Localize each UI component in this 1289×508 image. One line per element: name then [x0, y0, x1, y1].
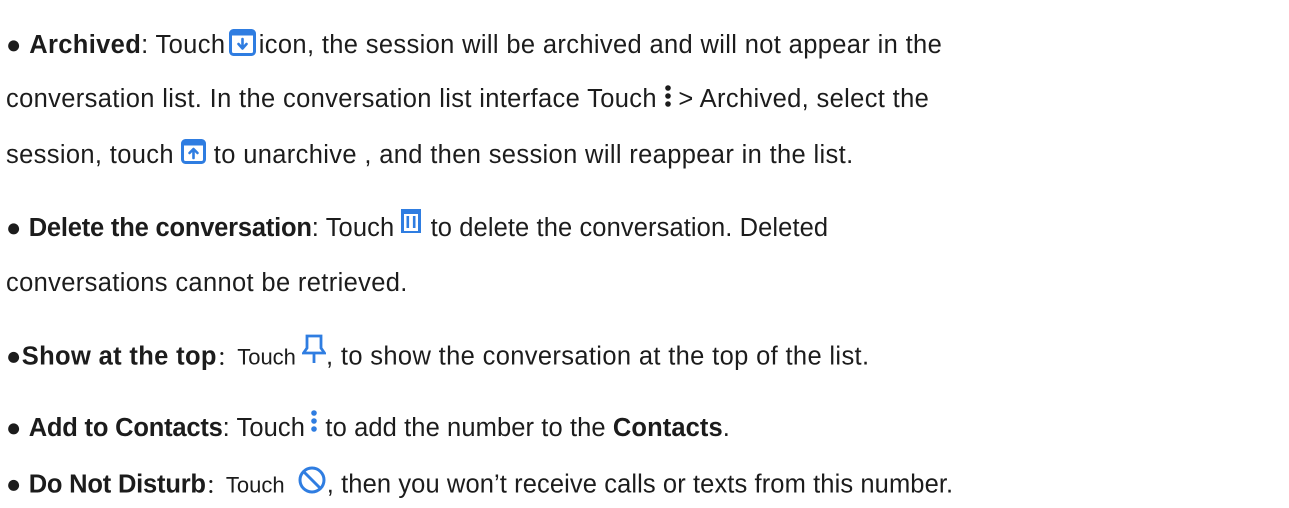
- delete-text-1: : Touch: [311, 214, 402, 242]
- delete-line-1: ● Delete the conversation: Touch to dele…: [6, 209, 829, 242]
- archived-text-2: icon, the session will be archived and w…: [258, 31, 943, 60]
- delete-line-2: conversations cannot be retrieved.: [6, 269, 408, 297]
- archived-line-2: conversation list. In the conversation l…: [6, 84, 930, 113]
- bullet: ●: [6, 214, 22, 242]
- unarchive-icon: [181, 138, 207, 164]
- contacts-title: Add to Contacts: [28, 414, 223, 442]
- archive-icon: [228, 29, 256, 56]
- delete-text-3: conversations cannot be retrieved.: [6, 269, 408, 297]
- archived-title: Archived: [29, 31, 142, 60]
- delete-title: Delete the conversation: [28, 214, 312, 242]
- more-vert-icon: [310, 409, 318, 433]
- bullet: ●: [6, 342, 22, 371]
- archived-text-5: session, touch: [6, 141, 182, 169]
- contacts-line: ● Add to Contacts: Touch to add the numb…: [6, 410, 730, 442]
- dnd-colon: ：: [205, 475, 226, 498]
- bullet: ●: [6, 414, 22, 442]
- dnd-title: Do Not Disturb: [28, 470, 206, 499]
- contacts-text-3: .: [722, 414, 730, 442]
- bullet: ●: [6, 470, 22, 499]
- trash-icon: [401, 209, 422, 234]
- archived-line-1: ● Archived: Touch icon, the session will…: [6, 29, 943, 60]
- archived-line-3: session, touch to unarchive , and then s…: [6, 138, 854, 169]
- archived-text-3: conversation list. In the conversation l…: [6, 85, 665, 113]
- dnd-text-1: Touch: [225, 472, 291, 498]
- pin-line: ●Show at the top：Touch , to show the con…: [6, 334, 870, 373]
- pin-text-1: Touch: [237, 344, 303, 370]
- bullet: ●: [6, 31, 22, 60]
- pin-title: Show at the top: [21, 342, 217, 371]
- delete-text-2: to delete the conversation. Deleted: [423, 214, 829, 242]
- dnd-line: ● Do Not Disturb：Touch , then you won’t …: [6, 466, 954, 501]
- archived-text-4: > Archived, select the: [678, 85, 930, 113]
- contacts-text-2: to add the number to the: [318, 414, 613, 442]
- archived-text-6: to unarchive , and then session will rea…: [206, 141, 854, 169]
- contacts-bold: Contacts: [612, 414, 723, 442]
- more-vert-icon: [664, 84, 672, 108]
- dnd-text-2: , then you won’t receive calls or texts …: [326, 470, 954, 499]
- block-icon: [297, 465, 327, 495]
- archived-text-1: : Touch: [141, 31, 233, 60]
- pin-text-2: , to show the conversation at the top of…: [326, 342, 870, 371]
- pin-icon: [302, 334, 327, 364]
- contacts-text-1: : Touch: [222, 414, 313, 442]
- pin-colon: ：: [216, 347, 238, 370]
